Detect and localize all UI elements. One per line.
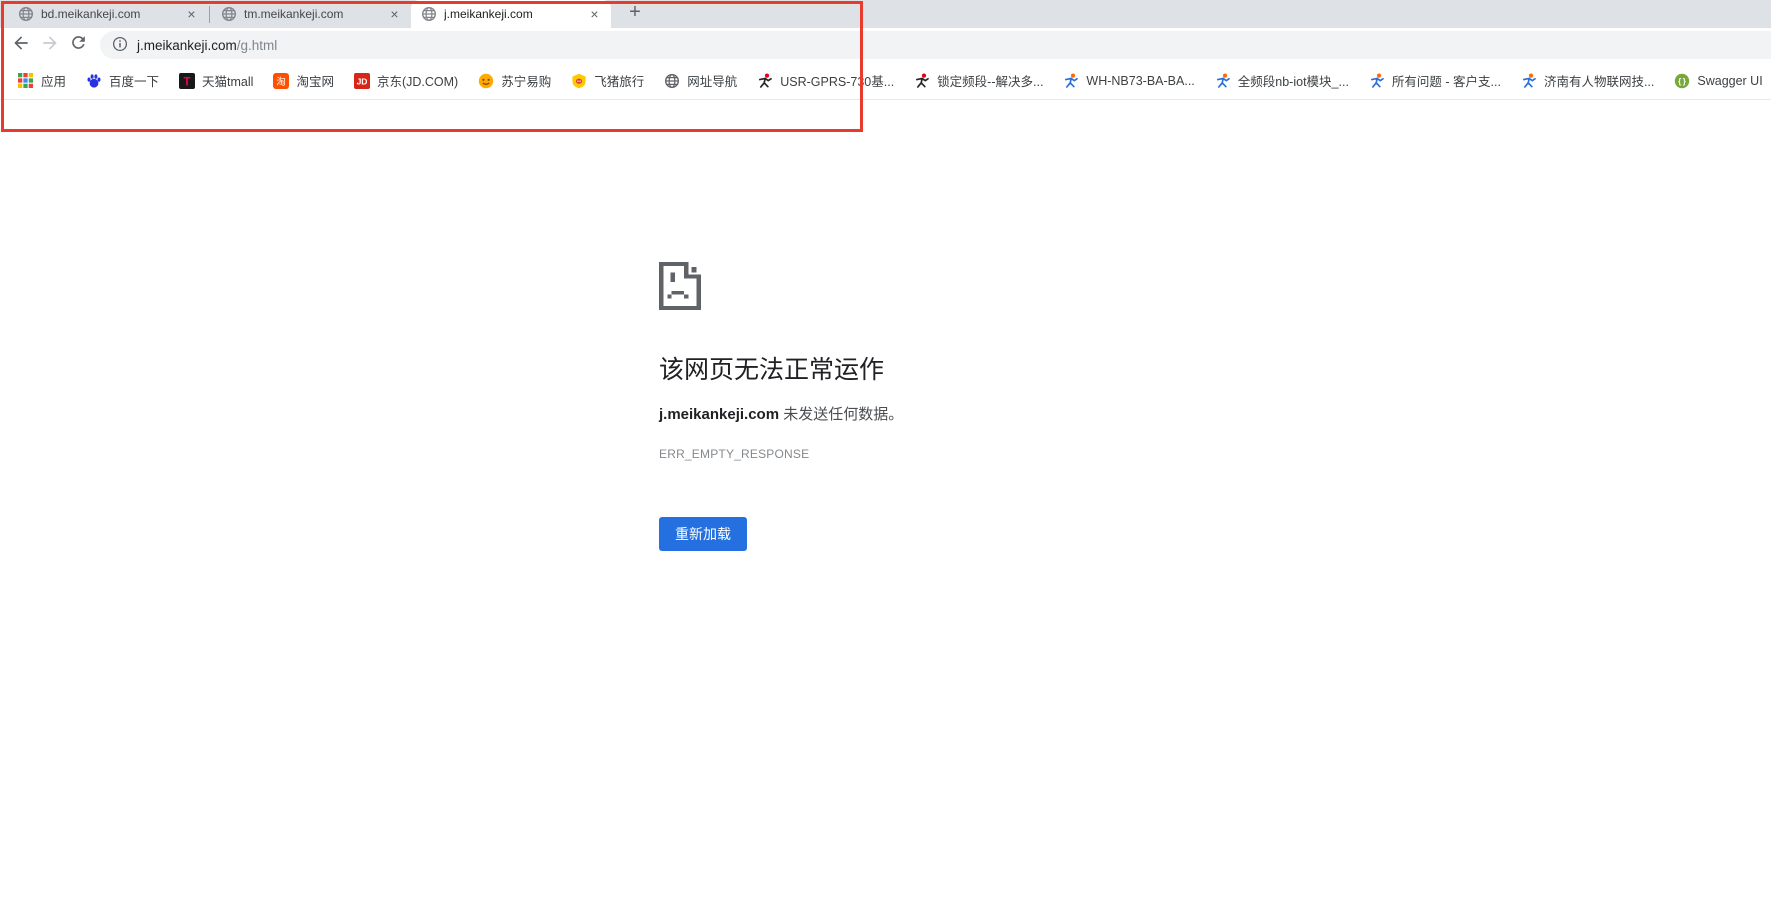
usr-person-blue-icon bbox=[1215, 73, 1231, 89]
back-arrow-icon bbox=[11, 33, 31, 58]
url-path: /g.html bbox=[237, 38, 278, 53]
bookmark-label: 所有问题 - 客户支... bbox=[1392, 71, 1501, 90]
svg-text:JD: JD bbox=[357, 76, 368, 86]
bookmark-item[interactable]: { } Swagger UI bbox=[1664, 73, 1771, 89]
fliggy-pig-icon bbox=[571, 73, 587, 89]
bookmark-label: 京东(JD.COM) bbox=[377, 71, 458, 90]
browser-tab[interactable]: j.meikankeji.com × bbox=[411, 0, 611, 28]
tab-title: bd.meikankeji.com bbox=[41, 7, 176, 21]
reload-page-button[interactable]: 重新加载 bbox=[659, 517, 747, 551]
bookmark-item[interactable]: 全频段nb-iot模块_... bbox=[1205, 71, 1359, 90]
tmall-icon: T bbox=[179, 73, 195, 89]
swagger-icon: { } bbox=[1674, 73, 1690, 89]
usr-person-blue-icon bbox=[1521, 73, 1537, 89]
bookmark-item[interactable]: 网址导航 bbox=[654, 71, 747, 90]
page-content: 该网页无法正常运作 j.meikankeji.com 未发送任何数据。 ERR_… bbox=[0, 100, 1771, 905]
bookmark-label: 锁定频段--解决多... bbox=[937, 71, 1043, 90]
url-text[interactable]: j.meikankeji.com/g.html bbox=[137, 38, 277, 53]
globe-favicon-icon bbox=[421, 6, 437, 22]
forward-button[interactable] bbox=[35, 31, 64, 60]
tab-strip: bd.meikankeji.com × tm.meikankeji.com × j.… bbox=[0, 0, 1771, 28]
bookmark-label: 网址导航 bbox=[687, 71, 737, 90]
tab-title: tm.meikankeji.com bbox=[244, 7, 379, 21]
bookmark-label: 全频段nb-iot模块_... bbox=[1238, 71, 1349, 90]
tab-title: j.meikankeji.com bbox=[444, 7, 579, 21]
bookmark-item[interactable]: 淘淘宝网 bbox=[263, 71, 344, 90]
tab-close-icon[interactable]: × bbox=[183, 6, 200, 23]
new-tab-button[interactable]: + bbox=[623, 1, 647, 24]
error-block: 该网页无法正常运作 j.meikankeji.com 未发送任何数据。 ERR_… bbox=[659, 262, 1279, 551]
error-code: ERR_EMPTY_RESPONSE bbox=[659, 447, 1279, 461]
jd-icon: JD bbox=[354, 73, 370, 89]
url-host: j.meikankeji.com bbox=[137, 38, 237, 53]
browser-tab[interactable]: tm.meikankeji.com × bbox=[211, 0, 411, 28]
bookmark-label: 应用 bbox=[41, 71, 66, 90]
svg-text:T: T bbox=[184, 76, 191, 88]
bookmark-label: 淘宝网 bbox=[296, 71, 334, 90]
navigation-toolbar: j.meikankeji.com/g.html bbox=[0, 28, 1771, 62]
bookmark-label: 苏宁易购 bbox=[501, 71, 551, 90]
usr-person-dark-icon bbox=[914, 73, 930, 89]
error-message: j.meikankeji.com 未发送任何数据。 bbox=[659, 403, 1279, 424]
usr-person-dark-icon bbox=[757, 73, 773, 89]
reload-icon bbox=[69, 33, 88, 57]
bookmark-item[interactable]: 锁定频段--解决多... bbox=[904, 71, 1053, 90]
taobao-icon: 淘 bbox=[273, 73, 289, 89]
tab-close-icon[interactable]: × bbox=[586, 6, 603, 23]
bookmark-item[interactable]: 飞猪旅行 bbox=[561, 71, 654, 90]
bookmark-item[interactable]: 济南有人物联网技... bbox=[1511, 71, 1664, 90]
browser-tab[interactable]: bd.meikankeji.com × bbox=[8, 0, 208, 28]
bookmark-label: WH-NB73-BA-BA... bbox=[1086, 74, 1194, 88]
bookmark-item[interactable]: 百度一下 bbox=[76, 71, 169, 90]
bookmark-item[interactable]: T 天猫tmall bbox=[169, 71, 263, 90]
usr-person-blue-icon bbox=[1369, 73, 1385, 89]
sad-page-icon bbox=[659, 262, 701, 310]
svg-text:淘: 淘 bbox=[277, 76, 287, 88]
apps-grid-icon bbox=[18, 73, 34, 89]
bookmark-item[interactable]: JD 京东(JD.COM) bbox=[344, 71, 468, 90]
error-title: 该网页无法正常运作 bbox=[659, 350, 1279, 386]
baidu-paw-icon bbox=[86, 73, 102, 89]
svg-text:{ }: { } bbox=[1678, 77, 1686, 86]
bookmark-item[interactable]: WH-NB73-BA-BA... bbox=[1053, 73, 1204, 89]
bookmark-item[interactable]: 所有问题 - 客户支... bbox=[1359, 71, 1511, 90]
globe-icon bbox=[664, 73, 680, 89]
bookmark-label: Swagger UI bbox=[1697, 74, 1762, 88]
bookmark-label: 济南有人物联网技... bbox=[1544, 71, 1654, 90]
tab-separator bbox=[209, 6, 210, 23]
reload-button[interactable] bbox=[64, 31, 93, 60]
bookmarks-bar: 应用 百度一下 T天猫tmall 淘淘宝网 JD京东(JD.COM) 苏宁易购 … bbox=[0, 62, 1771, 100]
error-domain: j.meikankeji.com bbox=[659, 406, 779, 423]
back-button[interactable] bbox=[6, 31, 35, 60]
bookmark-item[interactable]: 苏宁易购 bbox=[468, 71, 561, 90]
tab-close-icon[interactable]: × bbox=[386, 6, 403, 23]
browser-window: bd.meikankeji.com × tm.meikankeji.com × j.… bbox=[0, 0, 1771, 905]
bookmark-label: USR-GPRS-730基... bbox=[780, 71, 894, 90]
bookmark-item[interactable]: 应用 bbox=[8, 71, 76, 90]
usr-person-blue-icon bbox=[1063, 73, 1079, 89]
error-message-text: 未发送任何数据。 bbox=[779, 406, 903, 423]
globe-favicon-icon bbox=[18, 6, 34, 22]
forward-arrow-icon bbox=[40, 33, 60, 58]
address-bar[interactable]: j.meikankeji.com/g.html bbox=[100, 31, 1771, 59]
info-icon[interactable] bbox=[112, 36, 128, 55]
globe-favicon-icon bbox=[221, 6, 237, 22]
bookmark-label: 天猫tmall bbox=[202, 71, 253, 90]
bookmark-label: 飞猪旅行 bbox=[594, 71, 644, 90]
suning-lion-icon bbox=[478, 73, 494, 89]
bookmark-label: 百度一下 bbox=[109, 71, 159, 90]
bookmark-item[interactable]: USR-GPRS-730基... bbox=[747, 71, 904, 90]
